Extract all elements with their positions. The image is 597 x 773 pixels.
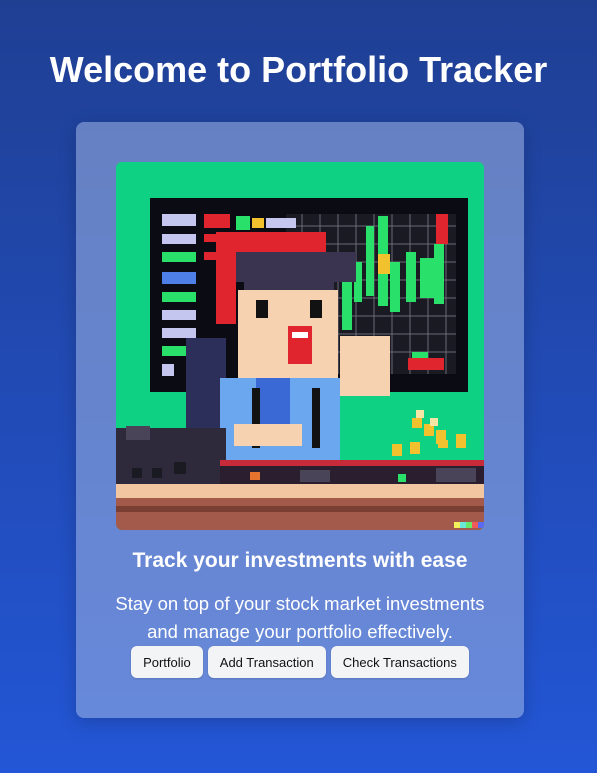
portfolio-button[interactable]: Portfolio [131,646,203,678]
check-transactions-button[interactable]: Check Transactions [330,646,469,678]
welcome-card: Track your investments with ease Stay on… [76,122,524,718]
action-buttons: Portfolio Add Transaction Check Transact… [76,646,524,678]
hero-image [116,162,484,530]
add-transaction-button[interactable]: Add Transaction [207,646,326,678]
page-title: Welcome to Portfolio Tracker [49,49,548,90]
tagline: Track your investments with ease [132,549,468,572]
description: Stay on top of your stock market investm… [115,593,485,642]
